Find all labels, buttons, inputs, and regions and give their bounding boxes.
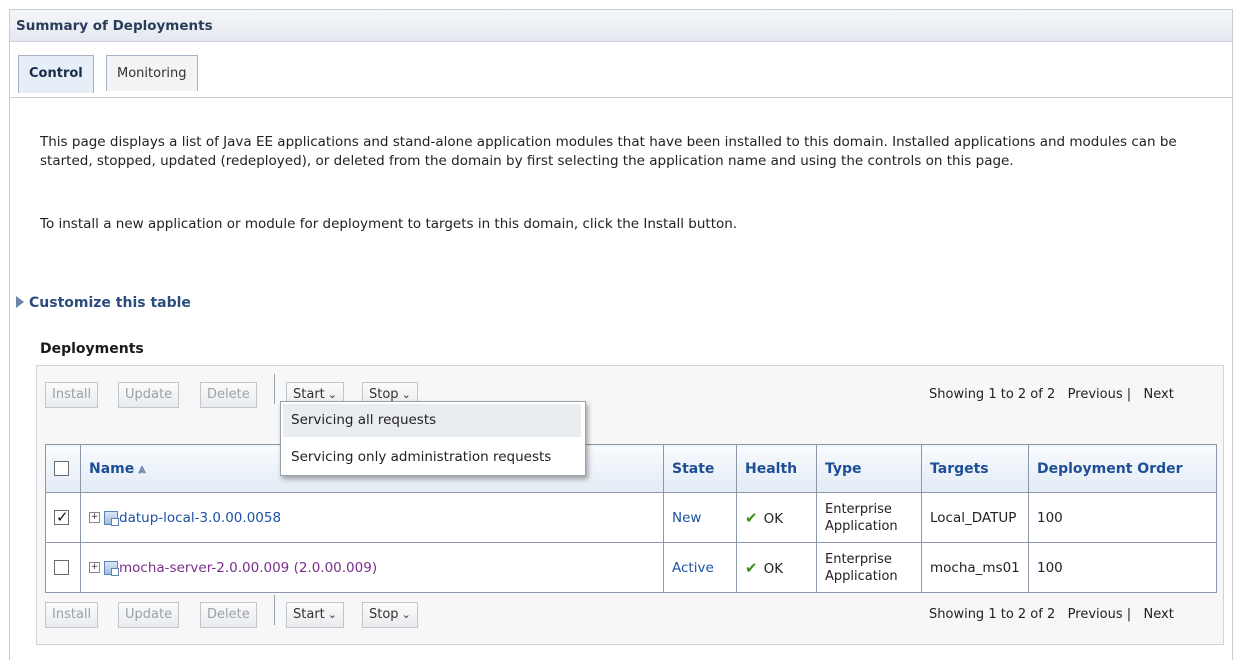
start-label: Start xyxy=(293,387,325,402)
start-dropdown-menu: Servicing all requests Servicing only ad… xyxy=(280,401,586,476)
column-header-targets[interactable]: Targets xyxy=(921,444,1029,493)
plus-square-icon[interactable]: + xyxy=(89,512,100,523)
health-cell: ✔ OK xyxy=(736,492,817,543)
stop-dropdown-button-bottom[interactable]: Stop ⌄ xyxy=(362,602,418,628)
tab-bar: Control Monitoring xyxy=(10,50,1232,98)
start-dropdown-button-bottom[interactable]: Start ⌄ xyxy=(286,602,344,628)
update-button[interactable]: Update xyxy=(118,382,180,408)
state-link[interactable]: New xyxy=(672,510,701,526)
health-cell: ✔ OK xyxy=(736,542,817,593)
install-hint-paragraph: To install a new application or module f… xyxy=(40,216,738,232)
deployments-table: Name ⩓ State Health Type Targets Deployme… xyxy=(45,444,1217,593)
tab-control[interactable]: Control xyxy=(18,55,94,93)
type-cell: Enterprise Application xyxy=(816,492,922,543)
stop-label: Stop xyxy=(369,607,399,622)
deployment-order-cell: 100 xyxy=(1028,542,1217,593)
type-line-1: Enterprise xyxy=(825,551,892,567)
deployment-order-cell: 100 xyxy=(1028,492,1217,543)
targets-cell: mocha_ms01 xyxy=(921,542,1029,593)
column-header-health[interactable]: Health xyxy=(736,444,817,493)
menu-item-servicing-admin-requests[interactable]: Servicing only administration requests xyxy=(283,441,581,474)
next-link[interactable]: Next xyxy=(1144,607,1174,622)
column-header-state[interactable]: State xyxy=(663,444,737,493)
state-cell: Active xyxy=(663,542,737,593)
paging-status: Showing 1 to 2 of 2 xyxy=(929,607,1056,622)
pagination-bottom: Showing 1 to 2 of 2 Previous | Next xyxy=(929,607,1174,622)
row-select-cell xyxy=(45,492,81,543)
toolbar-divider xyxy=(274,595,275,625)
state-link[interactable]: Active xyxy=(672,560,714,576)
disclosure-triangle-icon xyxy=(16,296,24,308)
deployments-table-panel: Install Update Delete Start ⌄ Stop ⌄ Showi… xyxy=(36,365,1224,645)
delete-button-bottom[interactable]: Delete xyxy=(200,602,257,628)
tab-monitoring[interactable]: Monitoring xyxy=(106,55,198,91)
update-button-bottom[interactable]: Update xyxy=(118,602,180,628)
table-row: + mocha-server-2.0.00.009 (2.0.00.009) Ac… xyxy=(45,542,1217,593)
sort-ascending-icon[interactable]: ⩓ xyxy=(138,462,145,477)
menu-item-servicing-all-requests[interactable]: Servicing all requests xyxy=(283,404,581,437)
customize-table-label: Customize this table xyxy=(29,295,191,311)
previous-link[interactable]: Previous xyxy=(1068,387,1123,402)
chevron-down-icon: ⌄ xyxy=(327,388,337,401)
column-header-type[interactable]: Type xyxy=(816,444,922,493)
previous-link[interactable]: Previous xyxy=(1068,607,1123,622)
health-value: OK xyxy=(763,560,784,577)
page-title: Summary of Deployments xyxy=(10,10,1232,42)
check-icon: ✔ xyxy=(745,558,758,577)
name-cell: + datup-local-3.0.00.0058 xyxy=(80,492,664,543)
next-link[interactable]: Next xyxy=(1144,387,1174,402)
select-all-header[interactable] xyxy=(45,444,81,493)
select-all-checkbox[interactable] xyxy=(54,461,69,476)
paging-status: Showing 1 to 2 of 2 xyxy=(929,387,1056,402)
application-icon xyxy=(104,510,119,526)
paging-separator: | xyxy=(1126,607,1132,622)
row-checkbox[interactable] xyxy=(54,508,69,526)
type-line-1: Enterprise xyxy=(825,501,892,517)
start-label: Start xyxy=(293,607,325,622)
pagination: Showing 1 to 2 of 2 Previous | Next xyxy=(929,387,1174,402)
type-cell: Enterprise Application xyxy=(816,542,922,593)
stop-label: Stop xyxy=(369,387,399,402)
paging-separator: | xyxy=(1126,387,1132,402)
type-line-2: Application xyxy=(825,568,898,584)
install-button[interactable]: Install xyxy=(45,382,99,408)
chevron-down-icon: ⌄ xyxy=(401,608,411,621)
chevron-down-icon: ⌄ xyxy=(327,608,337,621)
deployments-summary-panel: Summary of Deployments Control Monitorin… xyxy=(9,9,1233,660)
deployment-name-link[interactable]: datup-local-3.0.00.0058 xyxy=(119,510,281,526)
deployment-name-link[interactable]: mocha-server-2.0.00.009 (2.0.00.009) xyxy=(119,560,377,576)
customize-table-link[interactable]: Customize this table xyxy=(16,295,191,311)
plus-square-icon[interactable]: + xyxy=(89,562,100,573)
chevron-down-icon: ⌄ xyxy=(401,388,411,401)
table-header-row: Name ⩓ State Health Type Targets Deployme… xyxy=(45,444,1217,493)
check-icon: ✔ xyxy=(745,508,758,527)
row-checkbox[interactable] xyxy=(54,560,69,575)
row-select-cell xyxy=(45,542,81,593)
targets-cell: Local_DATUP xyxy=(921,492,1029,543)
toolbar-divider xyxy=(274,374,275,404)
install-button-bottom[interactable]: Install xyxy=(45,602,99,628)
name-header-label: Name xyxy=(89,460,135,477)
description-paragraph: This page displays a list of Java EE app… xyxy=(40,134,1177,169)
deployments-section-title: Deployments xyxy=(40,341,144,357)
delete-button[interactable]: Delete xyxy=(200,382,257,408)
table-row: + datup-local-3.0.00.0058 New ✔ OK Enterpr… xyxy=(45,492,1217,543)
state-cell: New xyxy=(663,492,737,543)
health-value: OK xyxy=(763,510,784,527)
application-icon xyxy=(104,560,119,576)
type-line-2: Application xyxy=(825,518,898,534)
name-cell: + mocha-server-2.0.00.009 (2.0.00.009) xyxy=(80,542,664,593)
column-header-deployment-order[interactable]: Deployment Order xyxy=(1028,444,1217,493)
